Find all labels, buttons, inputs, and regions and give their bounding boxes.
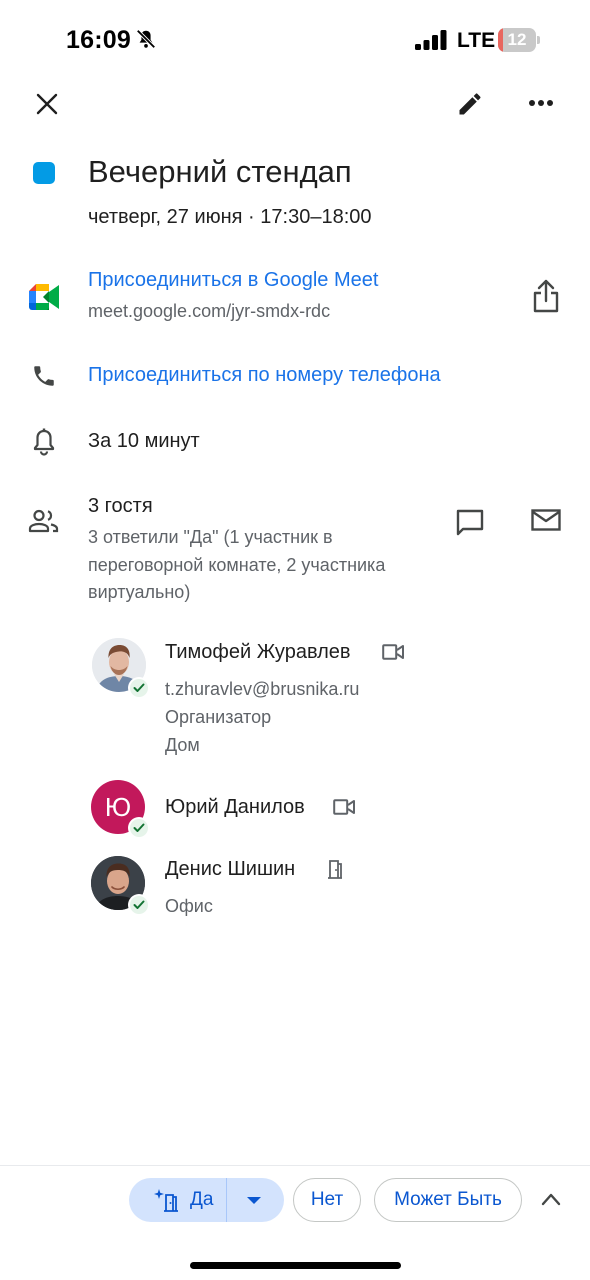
home-indicator — [190, 1262, 401, 1269]
chat-icon[interactable] — [455, 508, 485, 538]
accepted-check-icon — [128, 894, 150, 916]
guest-location: Офис — [165, 896, 213, 916]
join-meet-link[interactable]: Присоединиться в Google Meet — [88, 269, 378, 292]
more-horizontal-icon[interactable] — [528, 98, 554, 108]
cellular-signal-icon — [415, 30, 447, 50]
guest-name: Денис Шишин — [165, 858, 296, 880]
close-icon[interactable] — [35, 92, 59, 116]
chevron-down-icon[interactable] — [246, 1196, 262, 1206]
chevron-up-icon[interactable] — [541, 1192, 561, 1206]
guest-role: Организатор — [165, 707, 272, 727]
network-type: LTE — [457, 29, 496, 52]
event-title: Вечерний стендап — [88, 154, 352, 189]
meet-url: meet.google.com/jyr-smdx-rdc — [88, 301, 331, 321]
guest-name: Юрий Данилов — [165, 796, 305, 818]
guests-count: 3 гостя — [88, 495, 153, 517]
video-camera-icon — [333, 799, 355, 815]
guest-location: Дом — [165, 735, 200, 755]
phone-icon — [31, 363, 57, 389]
google-meet-icon — [29, 284, 59, 310]
pencil-icon[interactable] — [456, 90, 484, 118]
guest-name: Тимофей Журавлев — [165, 641, 351, 663]
rsvp-yes-button[interactable]: Да — [129, 1178, 284, 1222]
join-by-phone-link[interactable]: Присоединиться по номеру телефона — [88, 364, 441, 387]
event-datetime: четверг, 27 июня · 17:30–18:00 — [88, 206, 372, 228]
bottom-divider — [0, 1165, 590, 1166]
share-icon[interactable] — [532, 279, 560, 313]
battery-icon: 12 — [498, 28, 540, 52]
event-color-swatch — [33, 162, 55, 184]
rsvp-maybe-button[interactable]: Может Быть — [374, 1178, 522, 1222]
guest-email: t.zhuravlev@brusnika.ru — [165, 679, 360, 699]
status-time: 16:09 — [66, 26, 131, 54]
battery-level-text: 12 — [507, 30, 527, 49]
video-camera-icon — [382, 644, 404, 660]
people-icon — [28, 509, 60, 533]
bell-icon — [32, 428, 56, 456]
email-icon[interactable] — [531, 509, 561, 531]
reminder-label: За 10 минут — [88, 430, 200, 452]
sparkle-room-icon — [153, 1187, 179, 1213]
accepted-check-icon — [128, 677, 150, 699]
rsvp-yes-label: Да — [190, 1189, 214, 1210]
guests-summary: 3 ответили "Да" (1 участник в переговорн… — [88, 527, 386, 602]
avatar-initial: Ю — [104, 791, 132, 822]
meeting-room-icon — [326, 859, 344, 879]
rsvp-no-button[interactable]: Нет — [293, 1178, 361, 1222]
accepted-check-icon — [128, 817, 150, 839]
bell-muted-icon — [135, 28, 157, 50]
